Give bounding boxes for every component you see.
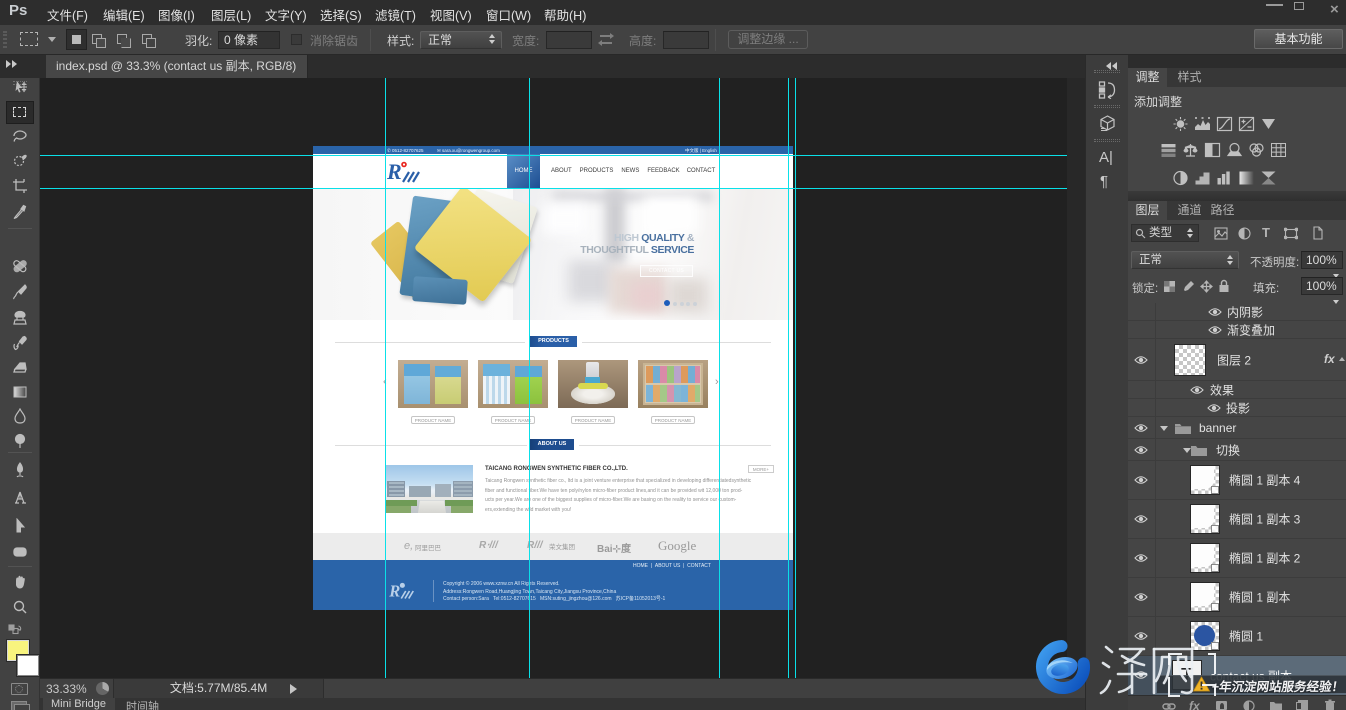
svg-text:R: R [387, 160, 402, 184]
svg-text:R: R [389, 582, 400, 600]
